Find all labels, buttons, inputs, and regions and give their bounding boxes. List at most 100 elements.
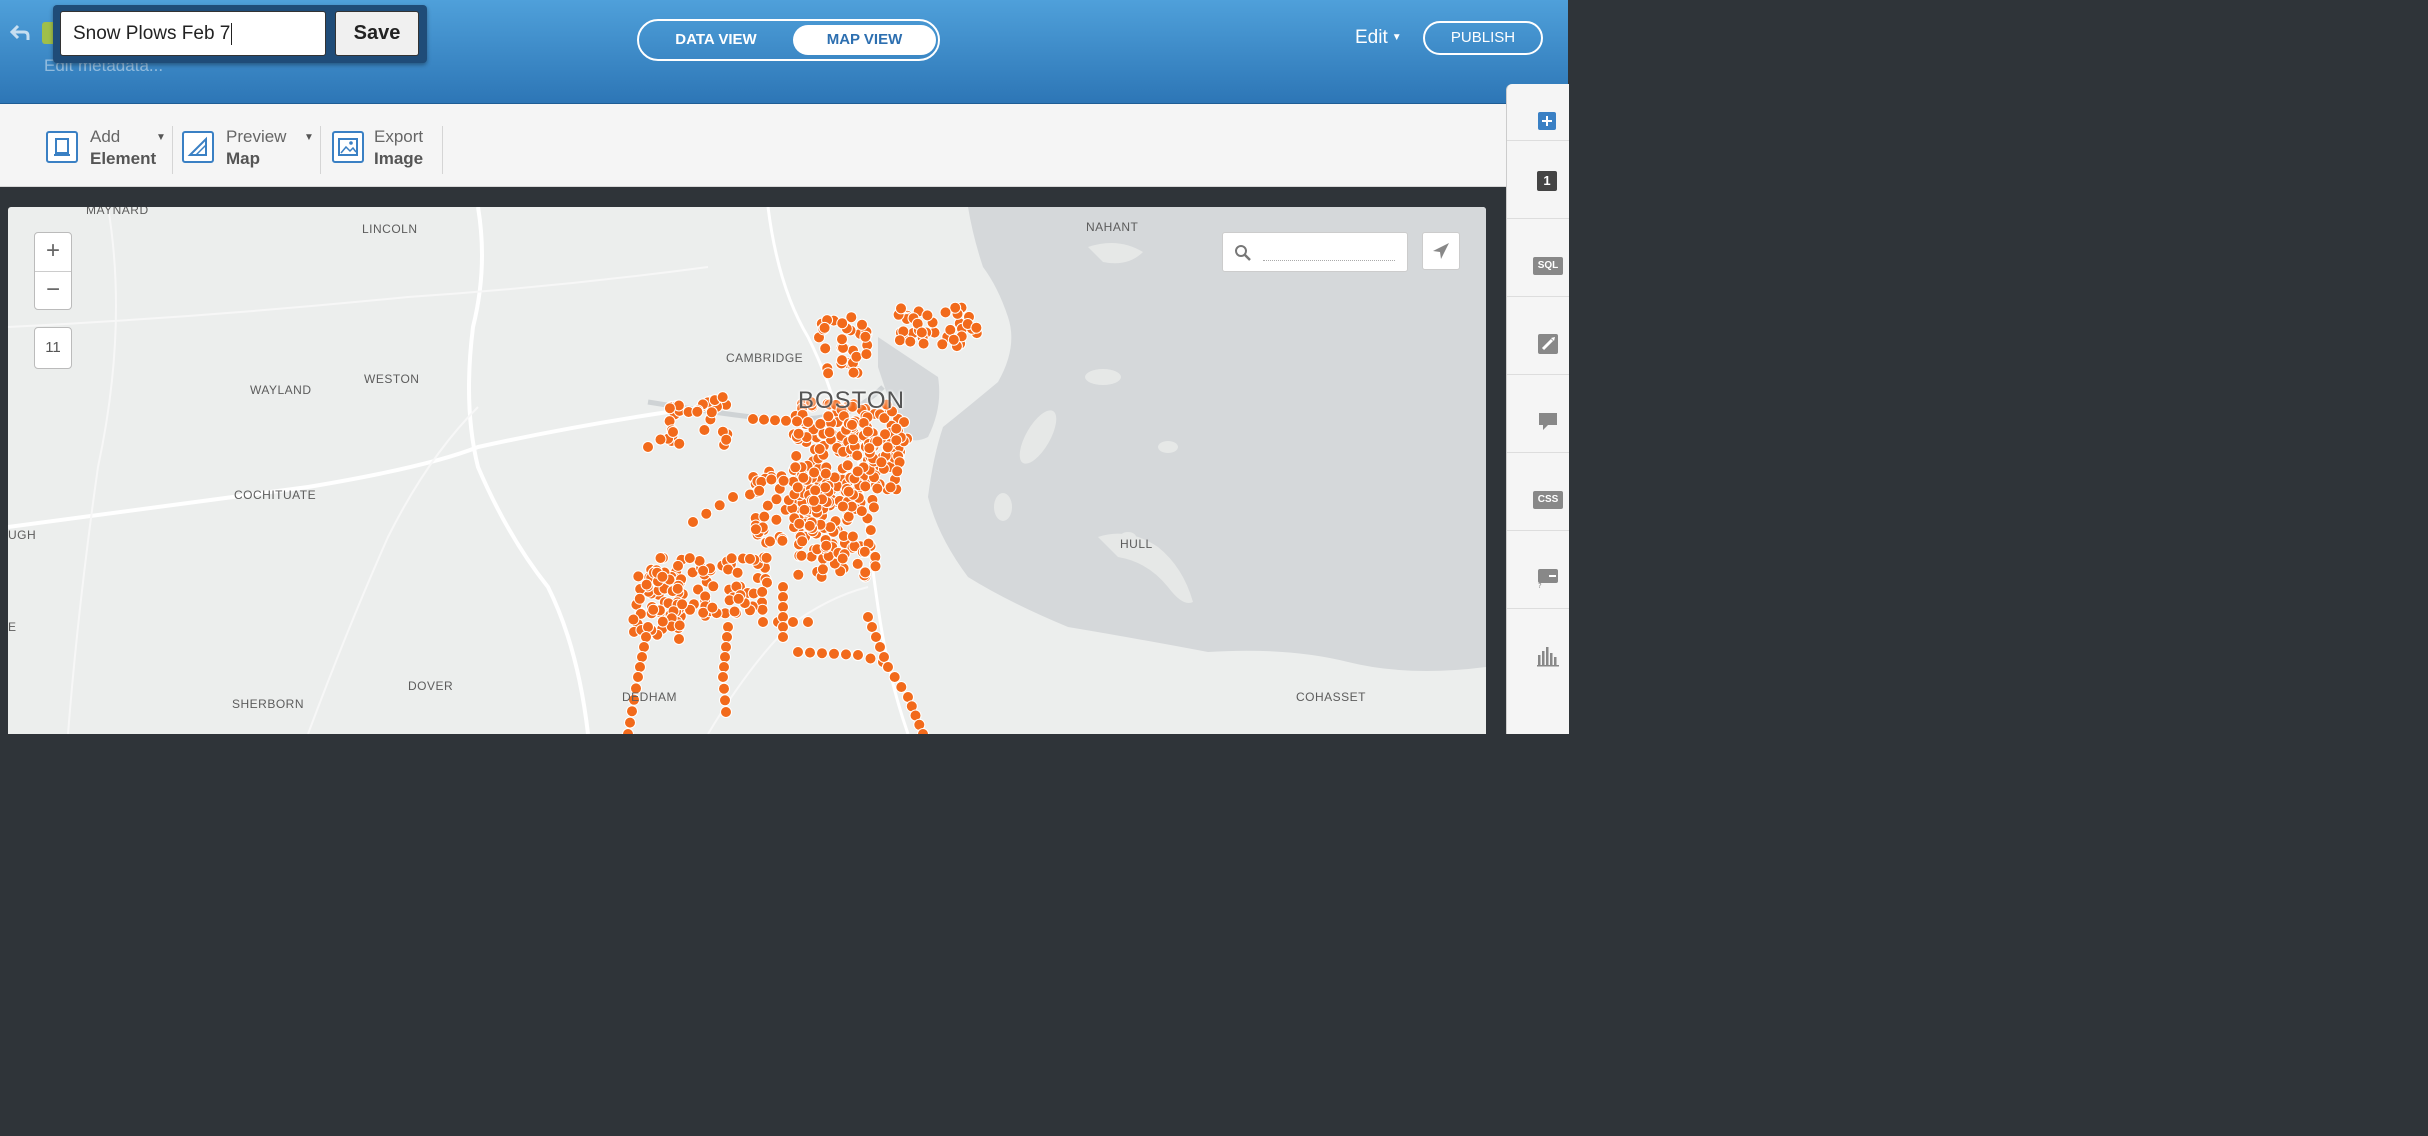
export-image-icon (332, 131, 364, 163)
plow-point (864, 652, 877, 665)
plow-point (744, 552, 756, 565)
plow-point (634, 661, 646, 673)
ocean-area (928, 207, 1486, 671)
plow-point (852, 649, 864, 661)
highway-route-2 (8, 410, 669, 529)
add-layer-button[interactable] (1507, 84, 1569, 134)
widgets-button[interactable] (1507, 608, 1569, 685)
plow-point (860, 348, 873, 361)
plow-point (765, 473, 778, 486)
map-search-input[interactable] (1222, 232, 1408, 272)
back-arrow-icon[interactable] (10, 24, 30, 42)
publish-button[interactable]: PUBLISH (1423, 21, 1543, 55)
plow-point (642, 621, 654, 633)
edit-menu[interactable]: Edit ▼ (1355, 27, 1402, 49)
add-element-button[interactable]: Add Element ▼ (46, 104, 170, 186)
plow-point (720, 706, 732, 718)
map-title-value: Snow Plows Feb 7 (73, 23, 231, 44)
plow-point (654, 552, 667, 564)
plow-point (824, 521, 837, 534)
plow-point (627, 613, 640, 626)
add-element-label-1: Add (90, 127, 121, 146)
road (67, 207, 117, 734)
map-canvas[interactable]: MAYNARD LINCOLN NAHANT CAMBRIDGE BOSTON … (8, 207, 1486, 734)
plow-point (797, 471, 810, 484)
plow-point (776, 534, 789, 547)
plow-point (770, 493, 783, 506)
plow-point (816, 563, 829, 576)
wizard-button[interactable] (1507, 296, 1569, 373)
plow-point (760, 551, 773, 564)
plow-point (687, 516, 699, 528)
widgets-icon (1537, 647, 1559, 667)
legend-icon: ? (1538, 569, 1558, 589)
plow-point (757, 616, 769, 628)
plow-point (719, 651, 731, 663)
css-icon: CSS (1533, 491, 1563, 509)
plow-point (816, 647, 828, 660)
save-button[interactable]: Save (335, 11, 419, 56)
export-image-button[interactable]: Export Image (332, 104, 440, 186)
plow-point (803, 519, 816, 532)
plow-point (642, 441, 654, 453)
plow-point (656, 615, 669, 628)
zoom-level-indicator: 11 (34, 327, 72, 369)
plow-point (780, 414, 792, 427)
plow-point (836, 354, 848, 367)
island (1085, 369, 1121, 385)
plow-point (698, 424, 711, 436)
plow-point (841, 459, 854, 472)
chevron-down-icon: ▼ (156, 132, 166, 143)
plow-point (758, 510, 771, 523)
plow-point (721, 631, 733, 643)
plow-point (718, 661, 730, 673)
plow-point (633, 592, 646, 605)
svg-text:?: ? (1538, 582, 1542, 589)
plow-point (719, 694, 731, 707)
plow-point (622, 728, 634, 734)
place-label: COCHITUATE (234, 488, 317, 502)
plow-point (718, 682, 730, 695)
map-title-input[interactable]: Snow Plows Feb 7 (60, 11, 326, 56)
plow-point (777, 601, 789, 613)
plow-point (842, 510, 855, 523)
layer-1-button[interactable]: 1 (1507, 140, 1569, 217)
place-label: E (8, 620, 17, 634)
place-label: HULL (1120, 537, 1153, 551)
export-image-label-1: Export (374, 127, 424, 146)
css-button[interactable]: CSS (1507, 452, 1569, 529)
plow-point (717, 671, 729, 683)
place-label: WESTON (364, 372, 420, 386)
plow-point (851, 465, 864, 478)
plow-point (705, 406, 718, 419)
plow-point (656, 570, 669, 583)
plow-point (792, 427, 805, 440)
plow-point (836, 317, 849, 330)
chevron-down-icon: ▼ (1391, 32, 1402, 44)
tab-data-view[interactable]: DATA VIEW (645, 25, 787, 55)
plow-point (891, 465, 904, 478)
plow-point (673, 437, 686, 450)
plow-point (647, 603, 660, 616)
infowindow-button[interactable] (1507, 374, 1569, 451)
zoom-out-button[interactable]: − (35, 272, 71, 310)
plow-point (777, 581, 789, 593)
locate-button[interactable] (1422, 232, 1460, 270)
plow-point (850, 350, 863, 363)
plow-point (917, 337, 930, 350)
plow-point (870, 631, 882, 643)
plow-point (720, 433, 733, 446)
plow-point (859, 566, 872, 579)
plow-point (836, 552, 849, 565)
plow-point (818, 321, 831, 334)
zoom-in-button[interactable]: + (35, 233, 71, 272)
preview-map-label-1: Preview (226, 127, 287, 146)
basemap (8, 207, 1486, 734)
tab-map-view[interactable]: MAP VIEW (793, 25, 936, 55)
plow-point (869, 560, 882, 573)
preview-map-button[interactable]: Preview Map ▼ (182, 104, 314, 186)
legend-button[interactable]: ? (1507, 530, 1569, 607)
plow-point (770, 513, 783, 526)
plow-point (673, 619, 686, 632)
sql-button[interactable]: SQL (1507, 218, 1569, 295)
